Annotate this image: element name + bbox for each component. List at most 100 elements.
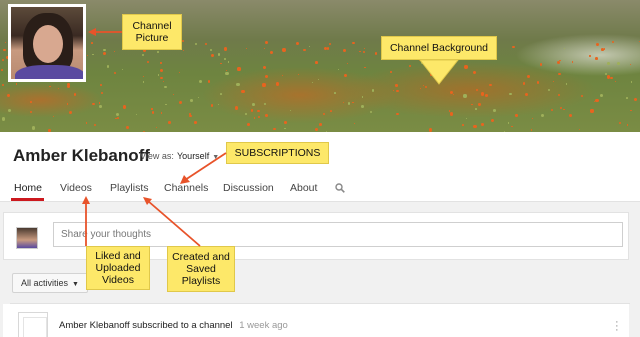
- flower-speck: [626, 124, 629, 126]
- grass-speck: [220, 93, 223, 96]
- grass-speck: [190, 99, 193, 102]
- grass-speck: [164, 85, 167, 89]
- callout-channel-picture: Channel Picture: [122, 14, 182, 50]
- list-item: Amber Klebanoff subscribed to a channel …: [3, 304, 629, 337]
- flower-speck: [603, 48, 606, 51]
- grass-speck: [198, 96, 200, 98]
- flower-speck: [265, 40, 269, 44]
- share-input[interactable]: Share your thoughts: [53, 222, 623, 247]
- flower-speck: [66, 83, 70, 86]
- activity-user[interactable]: Amber Klebanoff: [59, 320, 130, 331]
- flower-speck: [114, 71, 117, 74]
- flower-speck: [630, 109, 632, 112]
- flower-speck: [550, 108, 554, 112]
- flower-speck: [257, 109, 260, 113]
- flower-speck: [204, 42, 207, 45]
- flower-speck: [53, 115, 55, 118]
- flower-speck: [159, 68, 164, 72]
- tab-videos[interactable]: Videos: [60, 182, 92, 194]
- caret-down-icon: ▼: [72, 281, 79, 288]
- grass-speck: [103, 48, 106, 52]
- grass-speck: [227, 61, 230, 63]
- flower-speck: [189, 114, 192, 118]
- grass-speck: [165, 103, 167, 105]
- grass-speck: [509, 92, 512, 96]
- view-as-dropdown[interactable]: Yourself ▼: [177, 151, 219, 161]
- flower-speck: [160, 76, 163, 80]
- flower-speck: [580, 95, 583, 98]
- flower-speck: [329, 43, 332, 46]
- flower-speck: [282, 48, 286, 52]
- flower-speck: [178, 71, 181, 74]
- flower-speck: [220, 62, 223, 65]
- grass-speck: [369, 110, 373, 114]
- flower-speck: [448, 110, 450, 112]
- tab-playlists[interactable]: Playlists: [110, 182, 149, 194]
- flower-speck: [245, 48, 248, 50]
- flower-speck: [258, 115, 261, 118]
- flower-speck: [536, 81, 539, 84]
- grass-speck: [107, 65, 110, 68]
- channel-picture[interactable]: [8, 4, 86, 82]
- grass-speck: [361, 96, 364, 98]
- flower-speck: [253, 117, 255, 119]
- flower-speck: [453, 94, 455, 96]
- grass-speck: [337, 68, 339, 71]
- flower-speck: [173, 94, 175, 96]
- grass-speck: [284, 127, 286, 130]
- callout-liked-uploaded: Liked and Uploaded Videos: [86, 246, 150, 290]
- flower-speck: [69, 111, 73, 115]
- flower-speck: [471, 103, 473, 105]
- flower-speck: [326, 47, 330, 50]
- grass-speck: [360, 104, 364, 108]
- flower-speck: [87, 55, 89, 57]
- grass-speck: [492, 109, 496, 113]
- flower-speck: [524, 92, 529, 96]
- grass-speck: [157, 51, 159, 54]
- tab-discussion[interactable]: Discussion: [223, 182, 274, 194]
- flower-speck: [113, 51, 115, 53]
- flower-speck: [358, 50, 361, 53]
- activities-filter-button[interactable]: All activities ▼: [12, 273, 88, 293]
- callout-created-saved: Created and Saved Playlists: [167, 246, 235, 292]
- grass-speck: [98, 105, 102, 108]
- flower-speck: [419, 87, 422, 90]
- channel-thumbnail[interactable]: [18, 312, 48, 337]
- flower-speck: [160, 111, 163, 114]
- flower-speck: [91, 42, 93, 44]
- flower-speck: [265, 75, 269, 79]
- flower-speck: [490, 118, 495, 123]
- flower-speck: [396, 112, 400, 116]
- flower-speck: [295, 41, 299, 45]
- tab-channels[interactable]: Channels: [164, 182, 208, 194]
- search-icon[interactable]: [335, 183, 345, 193]
- flower-speck: [91, 102, 95, 106]
- flower-speck: [589, 55, 591, 57]
- grass-speck: [334, 92, 336, 94]
- flower-speck: [1, 58, 5, 62]
- flower-speck: [4, 41, 7, 44]
- flower-speck: [162, 80, 165, 83]
- grass-speck: [547, 88, 550, 91]
- flower-speck: [207, 80, 211, 83]
- flower-speck: [1, 69, 3, 71]
- flower-speck: [527, 75, 530, 79]
- channel-name: Amber Klebanoff: [13, 146, 150, 165]
- flower-speck: [329, 110, 332, 113]
- grass-speck: [32, 126, 36, 130]
- grass-speck: [626, 97, 628, 99]
- flower-speck: [480, 92, 484, 96]
- flower-speck: [102, 52, 106, 56]
- grass-speck: [604, 72, 607, 75]
- grass-speck: [121, 68, 123, 70]
- flower-speck: [558, 94, 561, 97]
- grass-speck: [290, 109, 292, 111]
- flower-speck: [269, 51, 274, 55]
- tab-home[interactable]: Home: [14, 182, 42, 194]
- flower-speck: [93, 123, 96, 127]
- flower-speck: [282, 74, 284, 77]
- tab-about[interactable]: About: [290, 182, 317, 194]
- flower-speck: [478, 103, 481, 106]
- callout-channel-background: Channel Background: [381, 36, 497, 60]
- more-vert-icon[interactable]: · · ·: [615, 317, 619, 336]
